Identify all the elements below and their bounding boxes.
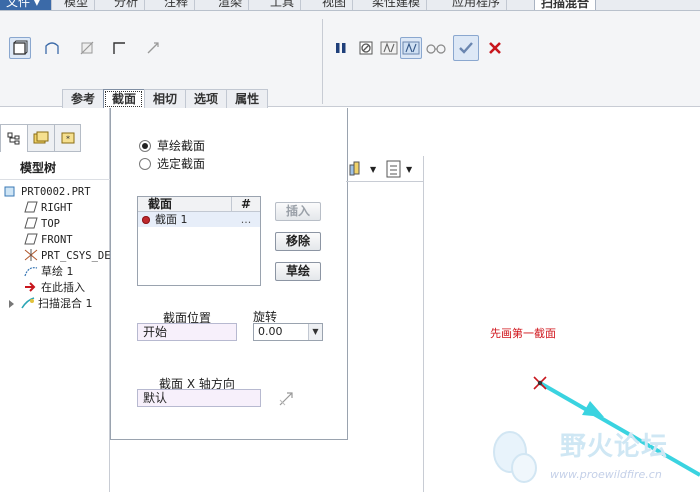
tree-item-right[interactable]: RIGHT [24,200,73,216]
butterfly-logo-icon [493,431,537,483]
tab-sections[interactable]: 截面 [103,89,145,109]
part-icon [4,185,18,197]
radio-button[interactable] [139,158,151,170]
folder-browser-tab-icon[interactable] [27,124,54,152]
thicken-icon[interactable] [108,37,130,59]
menu-file[interactable]: 文件 ▾ [0,0,52,10]
section-x-direction-field[interactable]: 默认 [137,389,261,407]
insert-button[interactable]: 插入 [275,202,321,221]
remove-section-icon[interactable] [142,37,164,59]
sketch-first-section-hint: 先画第一截面 [490,327,556,340]
display-style-icon[interactable] [348,159,368,179]
radio-selected-sections[interactable]: 选定截面 [139,156,205,172]
menu-annotate[interactable]: 注释 [158,0,196,10]
pause-icon[interactable] [330,37,352,59]
sections-list-header: 截面 # [138,197,260,212]
graphics-window-border [423,156,424,492]
preview-box-icon[interactable] [378,37,400,59]
toolbar-divider [346,181,424,182]
ok-icon[interactable] [453,35,479,61]
expand-arrow-icon[interactable] [8,298,18,310]
surface-icon[interactable] [41,37,63,59]
menu-flexible-modeling[interactable]: 柔性建模 [366,0,428,10]
tree-item-sketch[interactable]: 草绘 1 [24,264,74,280]
tree-item-insert-here[interactable]: 在此插入 [24,280,85,296]
chevron-down-icon[interactable]: ▼ [370,165,376,174]
datum-plane-icon [24,201,38,213]
tab-options[interactable]: 选项 [185,89,227,109]
solid-icon[interactable] [9,37,31,59]
favorites-tab-icon[interactable]: * [54,124,81,152]
ribbon-separator [322,19,323,104]
tab-properties[interactable]: 属性 [226,89,269,109]
radio-button[interactable] [139,140,151,152]
tab-tangency[interactable]: 相切 [144,89,186,109]
tree-item-part[interactable]: PRT0002.PRT [4,184,91,200]
remove-material-icon[interactable] [76,37,98,59]
datum-plane-icon [24,233,38,245]
sections-panel: 草绘截面 选定截面 截面 # 截面 1 ... 插入 移除 草绘 截面位置 开始… [110,108,348,440]
radio-sketched-sections[interactable]: 草绘截面 [139,138,205,154]
tree-item-front[interactable]: FRONT [24,232,73,248]
menu-bar: 文件 ▾ 模型 分析 注释 渲染 工具 视图 柔性建模 应用程序 扫描混合 [0,0,700,11]
insert-arrow-icon [24,281,38,293]
dashboard-subtabs: 参考 截面 相切 选项 属性 [62,89,269,109]
tab-references[interactable]: 参考 [62,89,104,109]
chevron-down-icon[interactable]: ▼ [308,324,322,340]
glasses-icon[interactable] [425,37,447,59]
menu-model[interactable]: 模型 [58,0,96,10]
status-dot-icon [142,215,150,224]
tree-item-csys[interactable]: PRT_CSYS_DEF [24,248,117,264]
watermark-title: 野火论坛 [560,432,669,462]
model-tree-title: 模型树 [0,156,110,180]
navigator-tabs: * [0,124,81,152]
tree-item-sweep-blend[interactable]: 扫描混合 1 [8,296,93,312]
forum-watermark: 野火论坛 www.proewildfire.cn [488,424,700,492]
rotation-field[interactable]: 0.00 ▼ [253,323,323,341]
navigator-panel: * 模型树 PRT0002.PRT RIGHT TOP FRONT PRT_CS… [0,108,117,492]
csys-icon [24,249,38,261]
menu-tools[interactable]: 工具 [264,0,302,10]
svg-text:*: * [66,135,70,144]
start-point-icon[interactable] [533,376,547,390]
no-preview-icon[interactable] [355,37,377,59]
list-item[interactable]: 截面 1 ... [138,212,260,227]
dashboard-ribbon: 参考 截面 相切 选项 属性 [0,11,700,109]
remove-button[interactable]: 移除 [275,232,321,251]
model-tree-tab-icon[interactable] [0,124,27,152]
flip-direction-icon[interactable] [277,390,295,408]
cancel-icon[interactable] [484,37,506,59]
sketch-button[interactable]: 草绘 [275,262,321,281]
tree-item-top[interactable]: TOP [24,216,60,232]
menu-sweep-blend[interactable]: 扫描混合 [534,0,597,10]
menu-analysis[interactable]: 分析 [108,0,146,10]
menu-view[interactable]: 视图 [316,0,354,10]
menu-applications[interactable]: 应用程序 [446,0,508,10]
sweep-blend-icon [21,297,35,309]
section-location-field[interactable]: 开始 [137,323,237,341]
menu-render[interactable]: 渲染 [212,0,250,10]
sketch-icon [24,265,38,277]
layers-list-icon[interactable] [384,159,404,179]
sections-list[interactable]: 截面 # 截面 1 ... [137,196,261,286]
chevron-down-icon[interactable]: ▼ [406,165,412,174]
graphics-toolbar: ▼ ▼ [346,156,424,182]
verify-icon[interactable] [400,37,422,59]
datum-plane-icon [24,217,38,229]
watermark-url: www.proewildfire.cn [550,468,662,481]
